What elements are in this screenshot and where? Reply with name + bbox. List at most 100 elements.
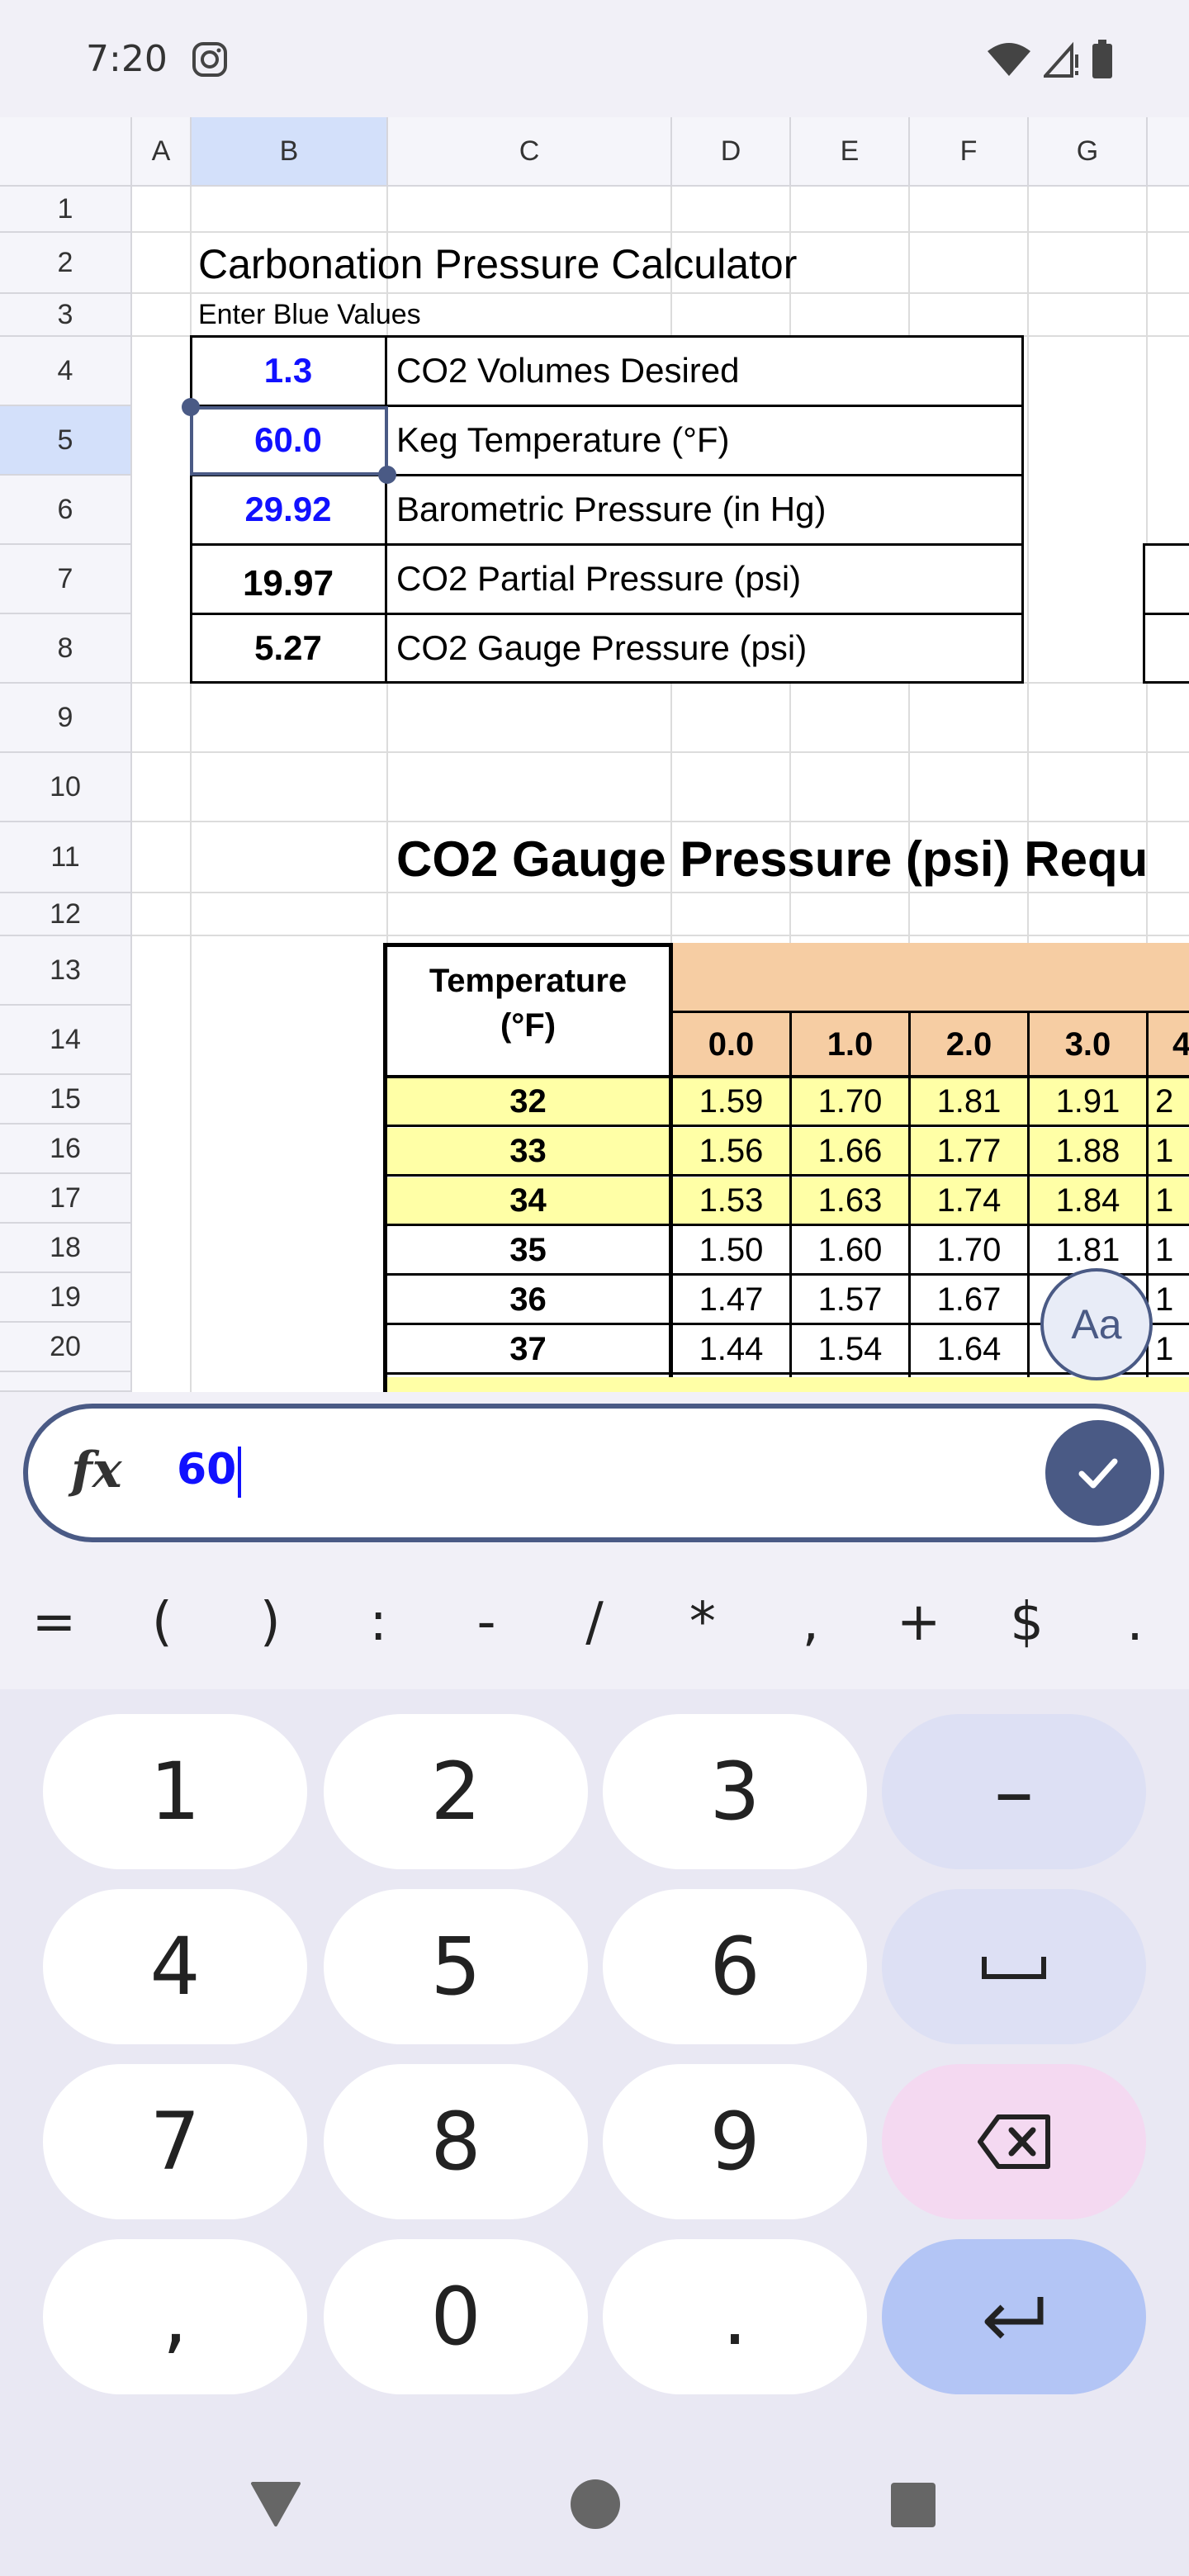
table-value-cell[interactable]: 1.54 — [792, 1326, 908, 1372]
symbol-key[interactable]: + — [874, 1592, 964, 1653]
symbol-key[interactable]: , — [765, 1592, 856, 1653]
table-value-cell[interactable]: 1.47 — [673, 1276, 789, 1323]
column-header-h[interactable] — [1148, 117, 1189, 187]
table-value-cell[interactable]: 1.74 — [911, 1177, 1027, 1224]
home-icon[interactable] — [570, 2479, 621, 2530]
table-value-cell[interactable]: 1 — [1149, 1128, 1189, 1174]
symbol-key[interactable]: : — [333, 1592, 424, 1653]
row-header-4[interactable]: 4 — [0, 337, 132, 406]
table-value-cell[interactable]: 1.56 — [673, 1128, 789, 1174]
row-header-9[interactable]: 9 — [0, 684, 132, 753]
row-header-19[interactable]: 19 — [0, 1273, 132, 1323]
key-period[interactable]: . — [603, 2239, 867, 2394]
table-col-header[interactable]: 4 — [1172, 1014, 1189, 1075]
row-header-17[interactable]: 17 — [0, 1174, 132, 1224]
symbol-key[interactable]: ) — [225, 1592, 315, 1653]
key-0[interactable]: 0 — [324, 2239, 588, 2394]
table-temp-cell[interactable]: 37 — [387, 1326, 669, 1372]
table-temp-cell[interactable]: 35 — [387, 1227, 669, 1273]
temperature-header[interactable]: Temperature — [387, 956, 669, 1006]
back-icon[interactable] — [249, 2480, 302, 2528]
key-minus[interactable]: – — [882, 1714, 1146, 1869]
table-col-header[interactable]: 0.0 — [673, 1014, 789, 1075]
key-1[interactable]: 1 — [43, 1714, 307, 1869]
key-9[interactable]: 9 — [603, 2064, 867, 2219]
temperature-unit-header[interactable]: (°F) — [387, 1001, 669, 1050]
row-header-21[interactable] — [0, 1372, 132, 1392]
symbol-key[interactable]: . — [1090, 1592, 1181, 1653]
table-value-cell[interactable]: 1.44 — [673, 1326, 789, 1372]
table-value-cell[interactable]: 1.77 — [911, 1128, 1027, 1174]
column-header-c[interactable]: C — [388, 117, 672, 187]
table-value-cell[interactable]: 1.88 — [1030, 1128, 1146, 1174]
table-value-cell[interactable]: 1.91 — [1030, 1078, 1146, 1125]
column-header-e[interactable]: E — [791, 117, 910, 187]
table-value-cell[interactable]: 1.59 — [673, 1078, 789, 1125]
table-value-cell[interactable]: 1.53 — [673, 1177, 789, 1224]
key-comma[interactable]: , — [43, 2239, 307, 2394]
column-header-b[interactable]: B — [192, 117, 388, 187]
table-value-cell[interactable]: 1.70 — [911, 1227, 1027, 1273]
table-value-cell[interactable]: 1.57 — [792, 1276, 908, 1323]
gauge-pressure-label[interactable]: CO2 Gauge Pressure (psi) — [396, 614, 807, 682]
key-2[interactable]: 2 — [324, 1714, 588, 1869]
table-value-cell[interactable]: 1.66 — [792, 1128, 908, 1174]
row-header-15[interactable]: 15 — [0, 1075, 132, 1125]
symbol-key[interactable]: * — [657, 1592, 748, 1653]
row-header-11[interactable]: 11 — [0, 822, 132, 893]
symbol-key[interactable]: $ — [982, 1592, 1073, 1653]
table-value-cell[interactable]: 1 — [1149, 1276, 1189, 1323]
table-temp-cell[interactable]: 36 — [387, 1276, 669, 1323]
table-value-cell[interactable]: 1.50 — [673, 1227, 789, 1273]
key-4[interactable]: 4 — [43, 1889, 307, 2044]
select-all-corner[interactable] — [0, 117, 132, 187]
column-header-f[interactable]: F — [910, 117, 1029, 187]
key-7[interactable]: 7 — [43, 2064, 307, 2219]
table-col-header[interactable]: 1.0 — [792, 1014, 908, 1075]
row-header-6[interactable]: 6 — [0, 476, 132, 545]
barometric-pressure-cell[interactable]: 29.92 — [192, 476, 385, 543]
formula-bar[interactable]: fx 60 — [23, 1404, 1164, 1542]
recents-icon[interactable] — [890, 2482, 936, 2528]
table-value-cell[interactable]: 1.64 — [911, 1326, 1027, 1372]
row-header-3[interactable]: 3 — [0, 294, 132, 337]
table-value-cell[interactable]: 1.63 — [792, 1177, 908, 1224]
table-value-cell[interactable]: 1 — [1149, 1177, 1189, 1224]
symbol-key[interactable]: ( — [116, 1592, 207, 1653]
table-value-cell[interactable]: 1.67 — [911, 1276, 1027, 1323]
calculator-title[interactable]: Carbonation Pressure Calculator — [198, 236, 797, 292]
row-header-18[interactable]: 18 — [0, 1224, 132, 1273]
confirm-button[interactable] — [1045, 1420, 1151, 1526]
key-3[interactable]: 3 — [603, 1714, 867, 1869]
table-value-cell[interactable]: 1.81 — [911, 1078, 1027, 1125]
table-temp-cell[interactable]: 34 — [387, 1177, 669, 1224]
spreadsheet-grid[interactable]: A B C D E F G 1 2 3 4 5 6 7 8 9 10 11 12… — [0, 117, 1189, 1392]
calculator-subtitle[interactable]: Enter Blue Values — [198, 294, 421, 335]
row-header-5[interactable]: 5 — [0, 406, 132, 476]
keg-temperature-label[interactable]: Keg Temperature (°F) — [396, 406, 730, 474]
table-col-header[interactable]: 3.0 — [1030, 1014, 1146, 1075]
row-header-14[interactable]: 14 — [0, 1006, 132, 1075]
table-value-cell[interactable]: 2 — [1149, 1078, 1189, 1125]
table-value-cell[interactable]: 1.81 — [1030, 1227, 1146, 1273]
symbol-key[interactable]: = — [8, 1592, 99, 1653]
partial-pressure-cell[interactable]: 19.97 — [192, 550, 385, 618]
table-temp-cell[interactable]: 32 — [387, 1078, 669, 1125]
row-header-1[interactable]: 1 — [0, 187, 132, 233]
table-temp-cell[interactable]: 33 — [387, 1128, 669, 1174]
selection-handle-bottom[interactable] — [378, 466, 396, 484]
symbol-key[interactable]: / — [549, 1592, 640, 1653]
table-value-cell[interactable]: 1 — [1149, 1227, 1189, 1273]
function-icon[interactable]: fx — [71, 1442, 122, 1499]
column-header-g[interactable]: G — [1029, 117, 1148, 187]
barometric-pressure-label[interactable]: Barometric Pressure (in Hg) — [396, 476, 826, 543]
selected-cell-outline[interactable] — [190, 406, 388, 476]
column-header-d[interactable]: D — [672, 117, 791, 187]
table-value-cell[interactable]: 1.70 — [792, 1078, 908, 1125]
co2-volumes-label[interactable]: CO2 Volumes Desired — [396, 337, 740, 405]
format-text-button[interactable]: Aa — [1040, 1268, 1153, 1380]
row-header-16[interactable]: 16 — [0, 1125, 132, 1174]
table-value-cell[interactable]: 1.60 — [792, 1227, 908, 1273]
formula-input[interactable]: 60 — [177, 1445, 242, 1498]
table-value-cell[interactable]: 1.84 — [1030, 1177, 1146, 1224]
